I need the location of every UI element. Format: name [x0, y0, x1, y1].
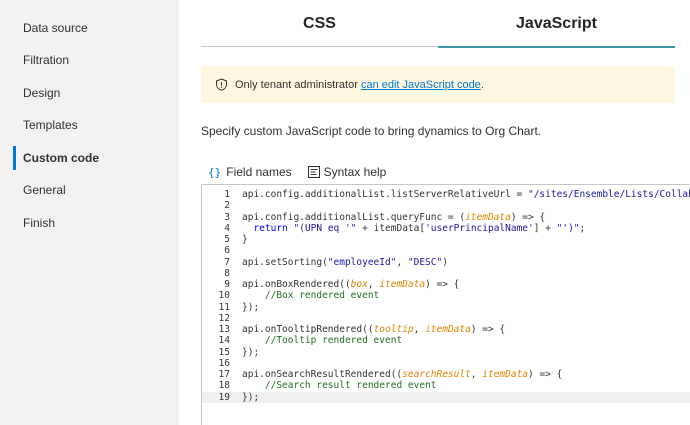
code-text: }: [242, 234, 248, 245]
sidebar-item-label: General: [23, 183, 66, 197]
edit-permission-link[interactable]: can edit JavaScript code: [361, 79, 481, 91]
line-number: 10: [218, 290, 230, 302]
code-line[interactable]: 15});: [202, 347, 690, 358]
code-tabs: CSS JavaScript: [201, 0, 675, 48]
sidebar-item-finish[interactable]: Finish: [0, 207, 179, 239]
code-text: api.setSorting("employeeId", "DESC"): [242, 256, 448, 268]
line-number: 5: [224, 234, 230, 245]
line-number: 17: [218, 369, 230, 380]
code-text: api.onBoxRendered((box, itemData) => {: [242, 279, 460, 290]
code-text: //Box rendered event: [264, 290, 380, 302]
line-number: 12: [218, 312, 230, 324]
line-number: 4: [224, 222, 230, 234]
line-number: 15: [218, 346, 230, 358]
code-text: });: [242, 346, 260, 358]
code-text: //Search result rendered event: [264, 380, 437, 392]
line-number: 1: [224, 189, 230, 200]
sidebar-item-label: Data source: [23, 21, 88, 35]
code-line[interactable]: 4 return "(UPN eq '" + itemData['userPri…: [202, 223, 690, 234]
sidebar-item-general[interactable]: General: [0, 174, 179, 206]
code-line[interactable]: 7 api.setSorting("employeeId", "DESC"): [202, 257, 690, 268]
code-text: api.config.additionalList.queryFunc = (i…: [242, 211, 546, 223]
syntax-help-icon: [307, 166, 320, 178]
code-line[interactable]: 6: [202, 245, 690, 256]
braces-icon: {}: [208, 165, 222, 179]
code-line[interactable]: 3 api.config.additionalList.queryFunc = (…: [202, 212, 690, 223]
notice-text: Only tenant administrator: [235, 78, 358, 91]
code-line[interactable]: 1 api.config.additionalList.listServerRel…: [202, 189, 690, 200]
sidebar-item-label: Custom code: [23, 151, 100, 165]
description-text: Specify custom JavaScript code to bring …: [201, 124, 542, 138]
field-names-label: Field names: [226, 165, 292, 179]
line-number: 2: [224, 200, 230, 212]
code-line[interactable]: 5}: [202, 234, 690, 245]
line-number: 19: [218, 391, 230, 403]
shield-icon: [215, 78, 228, 91]
syntax-help-label: Syntax help: [323, 165, 387, 179]
line-number: 7: [224, 256, 230, 268]
code-line[interactable]: 11});: [202, 302, 690, 313]
line-number: 3: [224, 211, 230, 223]
line-number: 11: [218, 301, 230, 313]
code-text: api.config.additionalList.listServerRela…: [242, 189, 690, 200]
sidebar-item-label: Filtration: [23, 53, 70, 67]
code-text: });: [242, 391, 260, 403]
field-names-button[interactable]: {} Field names: [208, 165, 292, 179]
line-number: 13: [218, 324, 230, 335]
code-line[interactable]: 19});: [202, 391, 690, 403]
sidebar-item-custom-code[interactable]: Custom code: [0, 142, 179, 174]
code-line[interactable]: 8: [202, 268, 690, 279]
code-editor[interactable]: 1 api.config.additionalList.listServerRel…: [201, 184, 690, 425]
line-number: 8: [224, 267, 230, 279]
code-text: return "(UPN eq '" + itemData['userPrinc…: [253, 222, 586, 234]
code-line[interactable]: 18 //Search result rendered event: [202, 380, 690, 391]
code-line[interactable]: 14 //Tooltip rendered event: [202, 335, 690, 346]
line-number: 18: [218, 380, 230, 392]
code-line[interactable]: 13 api.onTooltipRendered((tooltip, itemDa…: [202, 324, 690, 335]
code-text: //Tooltip rendered event: [264, 335, 403, 347]
code-text: api.onSearchResultRendered((searchResult…: [242, 369, 563, 380]
editor-toolbar: {} Field names Syntax help: [208, 165, 386, 179]
line-number: 16: [218, 357, 230, 369]
permission-notice: Only tenant administrator can edit JavaS…: [201, 66, 675, 103]
code-text: api.onTooltipRendered((tooltip, itemData…: [242, 324, 506, 335]
sidebar-item-filtration[interactable]: Filtration: [0, 44, 179, 76]
sidebar-item-label: Templates: [23, 118, 78, 132]
line-number: 9: [224, 279, 230, 290]
code-line[interactable]: 17 api.onSearchResultRendered((searchResu…: [202, 369, 690, 380]
line-number: 14: [218, 335, 230, 347]
syntax-help-button[interactable]: Syntax help: [307, 165, 387, 179]
sidebar-item-data-source[interactable]: Data source: [0, 12, 179, 44]
code-line[interactable]: 12: [202, 313, 690, 324]
tab-javascript[interactable]: JavaScript: [438, 0, 675, 48]
tab-css[interactable]: CSS: [201, 0, 438, 47]
sidebar-item-templates[interactable]: Templates: [0, 109, 179, 141]
line-number: 6: [224, 245, 230, 257]
code-line[interactable]: 16: [202, 358, 690, 369]
code-line[interactable]: 9 api.onBoxRendered((box, itemData) => {: [202, 279, 690, 290]
sidebar-item-design[interactable]: Design: [0, 77, 179, 109]
sidebar: Data source Filtration Design Templates …: [0, 0, 179, 425]
sidebar-item-label: Design: [23, 86, 61, 100]
code-text: });: [242, 301, 260, 313]
code-line[interactable]: 2: [202, 200, 690, 211]
code-line[interactable]: 10 //Box rendered event: [202, 290, 690, 301]
sidebar-item-label: Finish: [23, 216, 56, 230]
notice-suffix: .: [480, 78, 484, 91]
